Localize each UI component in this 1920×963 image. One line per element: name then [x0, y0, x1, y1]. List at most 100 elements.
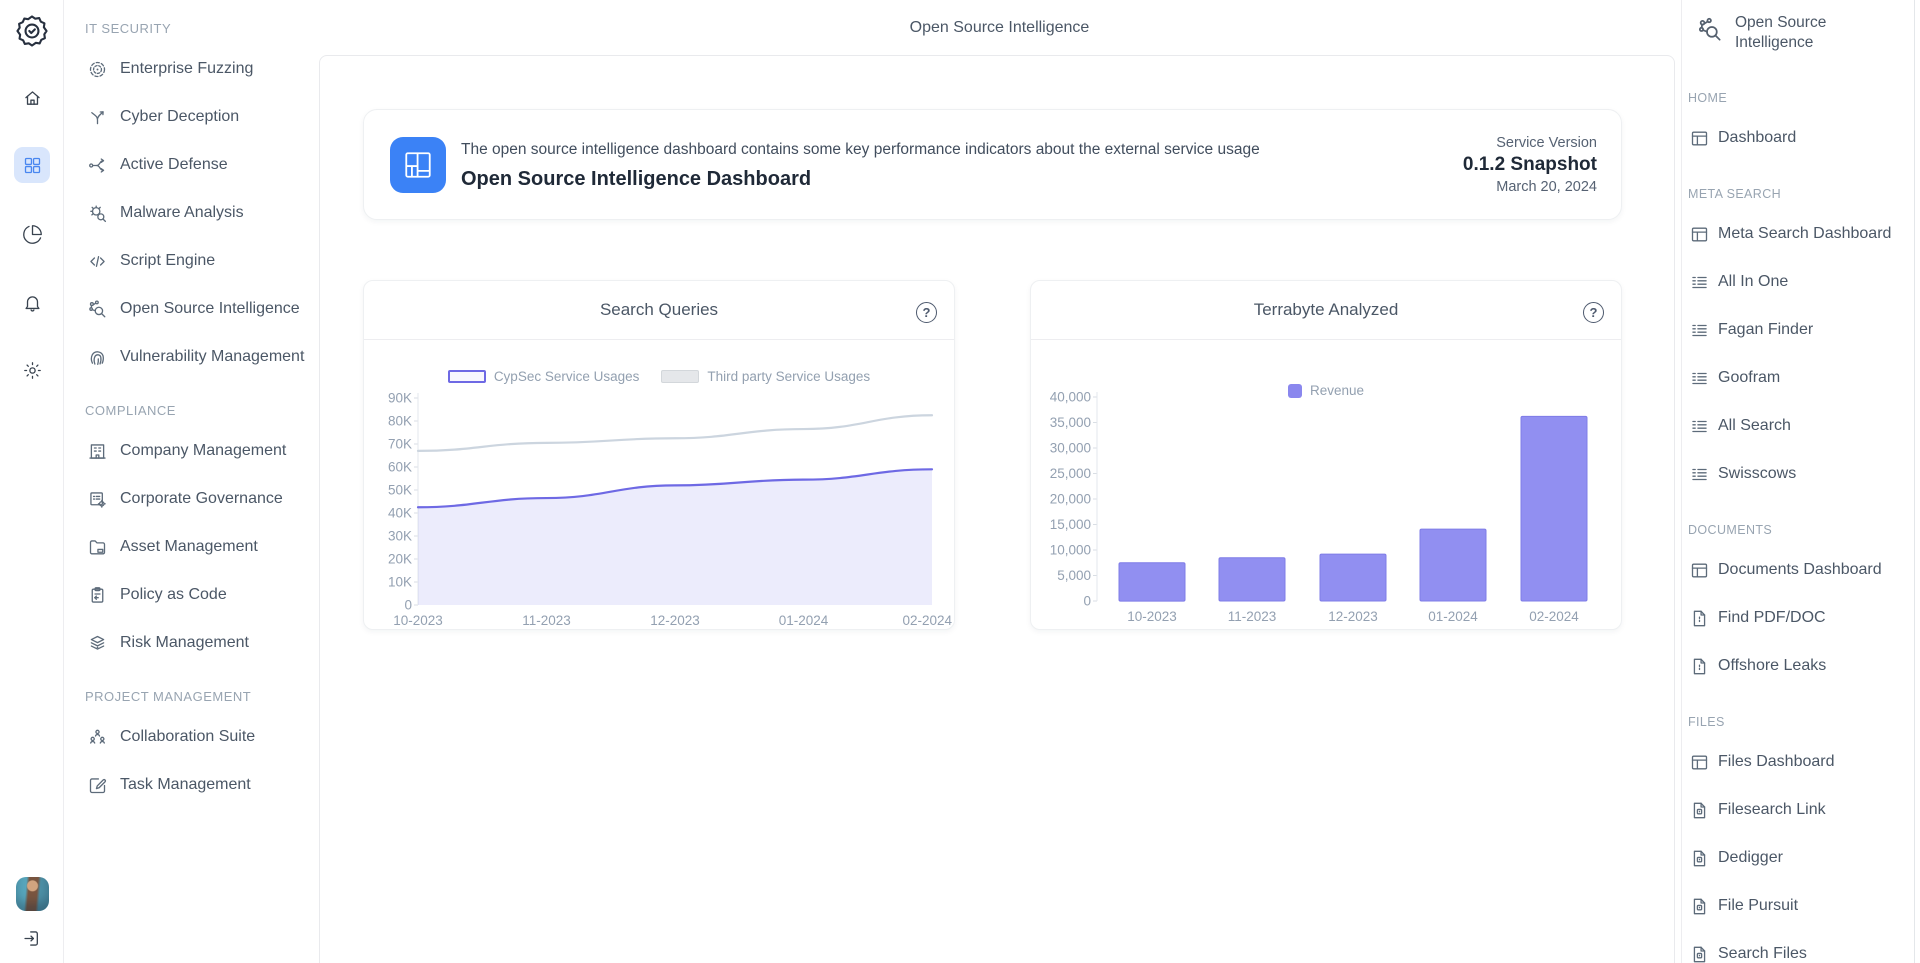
window-icon	[1687, 222, 1711, 246]
policy-icon	[85, 583, 109, 607]
search-queries-chart-card: Search Queries?CypSec Service UsagesThir…	[363, 280, 955, 630]
svg-text:01-2024: 01-2024	[779, 613, 829, 628]
left-nav-item-label: Open Source Intelligence	[120, 300, 300, 318]
people-icon	[85, 725, 109, 749]
malware-icon	[85, 201, 109, 225]
left-nav-item-open-source-intelligence[interactable]: Open Source Intelligence	[64, 285, 318, 333]
left-nav-item-collaboration-suite[interactable]: Collaboration Suite	[64, 713, 318, 761]
rail-grid-button[interactable]	[14, 147, 50, 183]
left-nav-section-title: PROJECT MANAGEMENT	[64, 689, 318, 705]
right-sidebar-item-label: Find PDF/DOC	[1718, 609, 1826, 627]
info-card-title: Open Source Intelligence Dashboard	[461, 168, 1260, 191]
right-sidebar-item-all-search[interactable]: All Search	[1682, 402, 1914, 450]
page-box-icon	[1687, 798, 1711, 822]
left-nav-item-company-management[interactable]: Company Management	[64, 427, 318, 475]
scrollbar-track[interactable]	[1914, 0, 1915, 963]
right-sidebar-item-label: Files Dashboard	[1718, 753, 1835, 771]
left-nav-item-malware-analysis[interactable]: Malware Analysis	[64, 189, 318, 237]
right-sidebar-item-filesearch-link[interactable]: Filesearch Link	[1682, 786, 1914, 834]
svg-text:02-2024: 02-2024	[1529, 609, 1579, 624]
left-nav: IT SECURITYEnterprise FuzzingCyber Decep…	[64, 0, 318, 963]
left-nav-item-task-management[interactable]: Task Management	[64, 761, 318, 809]
svg-text:90K: 90K	[388, 391, 412, 406]
right-sidebar-item-find-pdf-doc[interactable]: Find PDF/DOC	[1682, 594, 1914, 642]
right-sidebar-item-label: All Search	[1718, 417, 1791, 435]
left-nav-item-label: Script Engine	[120, 252, 215, 270]
right-sidebar-item-goofram[interactable]: Goofram	[1682, 354, 1914, 402]
svg-text:70K: 70K	[388, 437, 412, 452]
left-nav-item-label: Corporate Governance	[120, 490, 283, 508]
right-sidebar-item-documents-dashboard[interactable]: Documents Dashboard	[1682, 546, 1914, 594]
left-nav-item-policy-as-code[interactable]: Policy as Code	[64, 571, 318, 619]
rail-gear-button[interactable]	[14, 352, 50, 388]
service-version-date: March 20, 2024	[1463, 179, 1597, 195]
osint-icon	[1695, 15, 1725, 45]
right-sidebar-section: META SEARCH Meta Search Dashboard All In O…	[1682, 186, 1914, 498]
svg-text:01-2024: 01-2024	[1428, 609, 1478, 624]
right-sidebar-item-fagan-finder[interactable]: Fagan Finder	[1682, 306, 1914, 354]
left-nav-section-title: COMPLIANCE	[64, 403, 318, 419]
left-nav-item-asset-management[interactable]: Asset Management	[64, 523, 318, 571]
legend-item[interactable]: CypSec Service Usages	[448, 369, 640, 384]
service-version-value: 0.1.2 Snapshot	[1463, 154, 1597, 176]
window-icon	[1687, 126, 1711, 150]
left-nav-item-corporate-governance[interactable]: Corporate Governance	[64, 475, 318, 523]
left-nav-item-label: Malware Analysis	[120, 204, 244, 222]
icon-rail	[0, 0, 64, 963]
left-nav-item-vulnerability-management[interactable]: Vulnerability Management	[64, 333, 318, 381]
right-sidebar-item-files-dashboard[interactable]: Files Dashboard	[1682, 738, 1914, 786]
right-sidebar-item-label: All In One	[1718, 273, 1788, 291]
list-icon	[1687, 270, 1711, 294]
right-sidebar-item-dedigger[interactable]: Dedigger	[1682, 834, 1914, 882]
svg-text:10K: 10K	[388, 575, 412, 590]
avatar[interactable]	[16, 877, 49, 911]
svg-text:5,000: 5,000	[1057, 568, 1091, 583]
svg-text:02-2024: 02-2024	[902, 613, 952, 628]
right-sidebar-item-label: Goofram	[1718, 369, 1780, 387]
rail-bell-button[interactable]	[14, 284, 50, 320]
svg-text:15,000: 15,000	[1050, 517, 1091, 532]
right-sidebar-item-search-files[interactable]: Search Files	[1682, 930, 1914, 963]
page-box-icon	[1687, 846, 1711, 870]
rail-pie-button[interactable]	[14, 216, 50, 252]
logout-icon[interactable]	[19, 925, 45, 951]
svg-text:40,000: 40,000	[1050, 390, 1091, 405]
left-nav-item-label: Vulnerability Management	[120, 348, 304, 366]
active-defense-icon	[85, 153, 109, 177]
svg-text:30,000: 30,000	[1050, 441, 1091, 456]
right-sidebar-section-title: FILES	[1682, 714, 1914, 730]
edit-icon	[85, 773, 109, 797]
help-icon[interactable]: ?	[1583, 302, 1604, 323]
right-sidebar-item-meta-search-dashboard[interactable]: Meta Search Dashboard	[1682, 210, 1914, 258]
list-icon	[1687, 318, 1711, 342]
left-nav-item-risk-management[interactable]: Risk Management	[64, 619, 318, 667]
right-sidebar-item-file-pursuit[interactable]: File Pursuit	[1682, 882, 1914, 930]
right-sidebar-item-swisscows[interactable]: Swisscows	[1682, 450, 1914, 498]
right-sidebar-header: Open Source Intelligence	[1682, 0, 1914, 53]
legend-item[interactable]: Third party Service Usages	[661, 369, 870, 384]
governance-icon	[85, 487, 109, 511]
right-sidebar-item-all-in-one[interactable]: All In One	[1682, 258, 1914, 306]
left-nav-item-active-defense[interactable]: Active Defense	[64, 141, 318, 189]
left-nav-item-script-engine[interactable]: Script Engine	[64, 237, 318, 285]
svg-text:11-2023: 11-2023	[522, 613, 571, 628]
info-card-description: The open source intelligence dashboard c…	[461, 141, 1260, 159]
left-nav-item-label: Risk Management	[120, 634, 249, 652]
svg-text:60K: 60K	[388, 460, 412, 475]
left-nav-item-cyber-deception[interactable]: Cyber Deception	[64, 93, 318, 141]
right-sidebar-section-title: DOCUMENTS	[1682, 522, 1914, 538]
right-sidebar-item-offshore-leaks[interactable]: Offshore Leaks	[1682, 642, 1914, 690]
left-nav-item-enterprise-fuzzing[interactable]: Enterprise Fuzzing	[64, 45, 318, 93]
right-sidebar-item-label: Fagan Finder	[1718, 321, 1813, 339]
right-sidebar-title: Open Source Intelligence	[1735, 13, 1865, 53]
right-sidebar-item-label: Search Files	[1718, 945, 1807, 963]
script-icon	[85, 249, 109, 273]
layers-icon	[85, 631, 109, 655]
list-icon	[1687, 462, 1711, 486]
right-sidebar-item-dashboard[interactable]: Dashboard	[1682, 114, 1914, 162]
page-box-icon	[1687, 942, 1711, 963]
left-nav-item-label: Asset Management	[120, 538, 258, 556]
help-icon[interactable]: ?	[916, 302, 937, 323]
rail-home-button[interactable]	[14, 80, 50, 116]
right-sidebar-section-title: META SEARCH	[1682, 186, 1914, 202]
